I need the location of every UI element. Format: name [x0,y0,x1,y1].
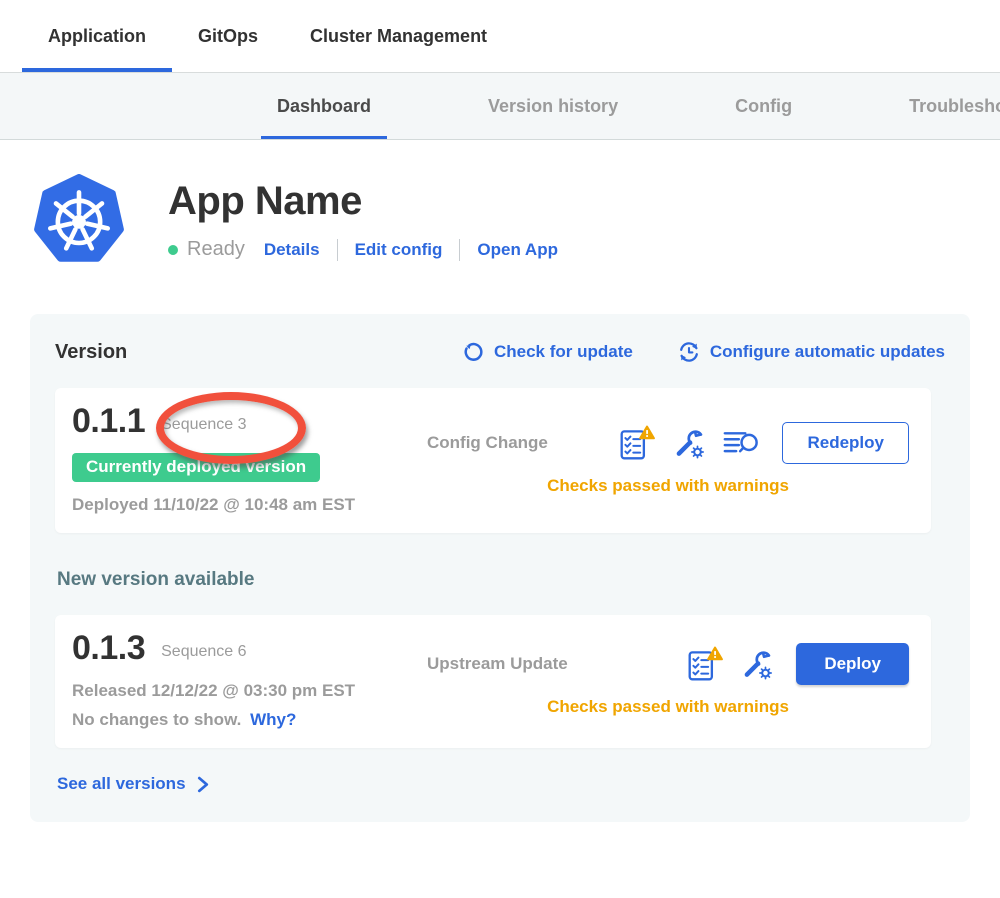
top-nav-item-gitops[interactable]: GitOps [172,0,284,72]
available-version-card: 0.1.3 Sequence 6 Released 12/12/22 @ 03:… [55,615,931,748]
configure-automatic-updates-link[interactable]: Configure automatic updates [677,340,945,364]
deployed-version-number: 0.1.1 [72,402,145,441]
available-version-row: 0.1.3 Sequence 6 [72,629,427,668]
details-link[interactable]: Details [264,240,320,260]
auto-update-clock-icon [677,340,701,364]
app-header-text: App Name Ready Details Edit config Open … [168,174,558,261]
config-wrench-icon[interactable] [672,426,706,460]
no-changes-row: No changes to show. Why? [72,710,427,730]
deployed-version-row: 0.1.1 Sequence 3 [72,402,427,441]
available-sequence-label: Sequence 6 [161,637,246,661]
status-badge: Ready [187,238,245,261]
deployed-version-card: 0.1.1 Sequence 3 Currently deployed vers… [55,388,931,533]
ready-status-dot-icon [168,245,178,255]
tab-version-history[interactable]: Version history [472,73,634,139]
deployed-checks-status: Checks passed with warnings [427,476,909,496]
deployed-version-info: 0.1.1 Sequence 3 Currently deployed vers… [72,402,427,515]
available-checks-status: Checks passed with warnings [427,697,909,717]
deployed-sequence-label: Sequence 3 [161,410,246,434]
top-nav-item-application[interactable]: Application [22,0,172,72]
version-panel-actions: Check for update Configure automatic upd… [463,340,945,364]
deployed-version-actions: Config Change [427,402,909,515]
view-files-icon[interactable] [722,429,760,457]
divider [337,239,338,261]
no-changes-text: No changes to show. [72,710,241,729]
top-nav-item-cluster-management[interactable]: Cluster Management [284,0,513,72]
see-all-versions-link[interactable]: See all versions [57,774,945,794]
currently-deployed-badge: Currently deployed version [72,453,320,482]
new-version-available-heading: New version available [57,569,945,591]
redeploy-button[interactable]: Redeploy [782,422,909,464]
why-link[interactable]: Why? [250,710,296,729]
available-version-number: 0.1.3 [72,629,145,668]
tab-troubleshoot[interactable]: Troubleshoot [893,73,1000,139]
app-sub-nav: Dashboard Version history Config Trouble… [0,72,1000,140]
deploy-button[interactable]: Deploy [796,643,909,685]
available-version-info: 0.1.3 Sequence 6 Released 12/12/22 @ 03:… [72,629,427,730]
available-change-type-label: Upstream Update [427,654,568,674]
configure-automatic-updates-label: Configure automatic updates [710,342,945,362]
available-version-actions: Upstream Update [427,629,909,730]
page-title: App Name [168,178,558,224]
version-panel: Version Check for update Configure autom… [30,314,970,822]
tab-dashboard[interactable]: Dashboard [261,73,387,139]
see-all-versions-label: See all versions [57,774,186,794]
preflight-checklist-warning-icon[interactable] [686,646,724,682]
available-version-icon-actions [686,646,774,682]
deployed-change-type-label: Config Change [427,433,548,453]
top-nav: Application GitOps Cluster Management [0,0,1000,72]
chevron-right-icon [196,776,209,793]
config-wrench-icon[interactable] [740,647,774,681]
divider [459,239,460,261]
released-date-text: Released 12/12/22 @ 03:30 pm EST [72,681,427,701]
refresh-icon [463,341,485,363]
deployed-date-text: Deployed 11/10/22 @ 10:48 am EST [72,495,427,515]
version-heading: Version [55,341,127,364]
open-app-link[interactable]: Open App [477,240,558,260]
version-panel-header: Version Check for update Configure autom… [55,340,945,364]
preflight-checklist-warning-icon[interactable] [618,425,656,461]
deployed-version-icon-actions [618,425,760,461]
app-header: App Name Ready Details Edit config Open … [0,140,1000,266]
kubernetes-logo-icon [33,174,125,266]
app-status-row: Ready Details Edit config Open App [168,238,558,261]
tab-config[interactable]: Config [719,73,808,139]
check-for-update-label: Check for update [494,342,633,362]
check-for-update-link[interactable]: Check for update [463,341,633,363]
edit-config-link[interactable]: Edit config [355,240,443,260]
